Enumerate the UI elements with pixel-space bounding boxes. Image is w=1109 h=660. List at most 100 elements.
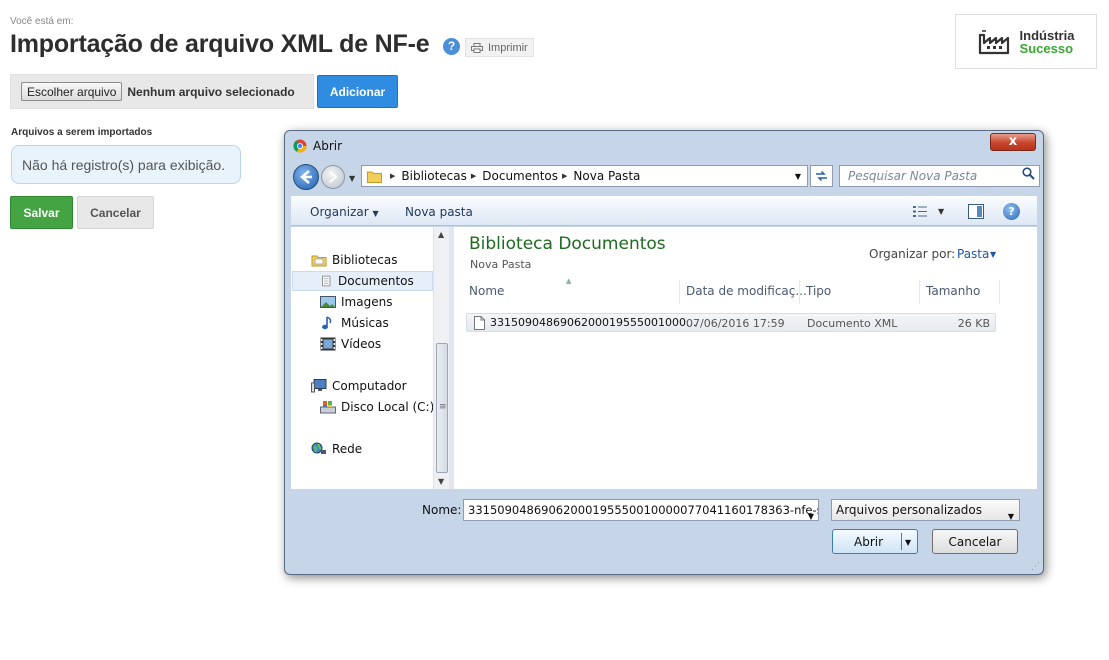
nav-item-computer[interactable]: Computador xyxy=(311,379,407,393)
logo-line2: Sucesso xyxy=(1019,40,1074,56)
column-divider[interactable] xyxy=(999,280,1000,304)
file-status: Nenhum arquivo selecionado xyxy=(127,84,295,99)
breadcrumb-documentos[interactable]: Documentos xyxy=(482,169,558,183)
save-button[interactable]: Salvar xyxy=(10,196,73,229)
dialog-cancel-button[interactable]: Cancelar xyxy=(932,529,1018,554)
search-icon[interactable] xyxy=(1022,167,1035,180)
breadcrumb-separator-icon: ▶ xyxy=(562,172,568,180)
music-icon xyxy=(322,316,332,330)
computer-icon xyxy=(311,379,327,393)
open-dropdown-icon[interactable]: ▼ xyxy=(905,538,911,547)
dialog-titlebar[interactable]: Abrir x xyxy=(285,131,1043,161)
refresh-icon xyxy=(816,170,827,182)
column-header-name[interactable]: Nome xyxy=(469,284,504,298)
preview-pane-icon[interactable] xyxy=(968,204,984,219)
file-input-bar: Escolher arquivo Nenhum arquivo selecion… xyxy=(10,74,314,109)
new-folder-button[interactable]: Nova pasta xyxy=(405,205,473,219)
documents-icon xyxy=(322,275,331,287)
nav-label-network: Rede xyxy=(332,442,363,456)
forward-arrow-icon xyxy=(329,171,338,183)
nav-item-local-disk[interactable]: Disco Local (C:) xyxy=(320,400,434,414)
navigation-pane: Bibliotecas Documentos Imagens Músicas V… xyxy=(291,227,449,489)
filename-value: 3315090486906200019555001000007704116017… xyxy=(468,503,818,517)
scroll-up-icon[interactable]: ▲ xyxy=(438,230,444,239)
nav-label-local-disk: Disco Local (C:) xyxy=(341,400,435,414)
choose-file-button[interactable]: Escolher arquivo xyxy=(21,82,123,101)
sort-ascending-icon: ▲ xyxy=(566,277,572,285)
file-list-pane: Biblioteca Documentos Nova Pasta Organiz… xyxy=(454,227,1037,489)
file-type-value: Arquivos personalizados xyxy=(836,503,983,517)
open-button[interactable]: Abrir ▼ xyxy=(832,529,918,554)
dialog-title: Abrir xyxy=(313,139,343,153)
filename-label: Nome: xyxy=(422,503,462,517)
scroll-thumb[interactable]: ≡ xyxy=(436,343,448,473)
nav-label-images: Imagens xyxy=(341,295,393,309)
local-disk-icon xyxy=(320,401,336,414)
views-icon[interactable] xyxy=(913,206,927,217)
breadcrumb-bibliotecas[interactable]: Bibliotecas xyxy=(401,169,466,183)
nav-label-libraries: Bibliotecas xyxy=(332,253,398,267)
file-type: Documento XML xyxy=(807,317,898,330)
column-header-type[interactable]: Tipo xyxy=(806,284,831,298)
file-type-select[interactable]: Arquivos personalizados ▼ xyxy=(831,499,1020,521)
address-bar[interactable]: ▶ Bibliotecas ▶ Documentos ▶ Nova Pasta … xyxy=(361,165,808,187)
column-divider[interactable] xyxy=(679,280,680,304)
breadcrumb-nova-pasta[interactable]: Nova Pasta xyxy=(573,169,640,183)
close-button[interactable]: x xyxy=(990,133,1036,151)
page-title: Importação de arquivo XML de NF-e xyxy=(10,30,430,58)
nav-item-network[interactable]: Rede xyxy=(311,442,362,456)
videos-icon xyxy=(320,337,336,351)
views-dropdown-icon[interactable]: ▼ xyxy=(938,207,944,216)
column-header-date[interactable]: Data de modificaç... xyxy=(686,284,807,298)
column-divider[interactable] xyxy=(919,280,920,304)
libraries-icon xyxy=(311,255,327,267)
recent-locations-dropdown[interactable]: ▼ xyxy=(349,174,355,183)
nav-label-computer: Computador xyxy=(332,379,407,393)
open-split-divider xyxy=(901,533,902,550)
add-button[interactable]: Adicionar xyxy=(317,75,398,108)
file-size: 26 KB xyxy=(957,317,990,330)
refresh-button[interactable] xyxy=(810,165,833,187)
arrange-dropdown-icon[interactable]: ▼ xyxy=(990,250,996,259)
nav-label-videos: Vídeos xyxy=(341,337,382,351)
dialog-help-icon[interactable]: ? xyxy=(1003,203,1020,220)
print-label: Imprimir xyxy=(488,41,528,54)
scroll-grip-icon: ≡ xyxy=(439,402,447,412)
nav-item-libraries[interactable]: Bibliotecas xyxy=(311,253,397,267)
resize-grip-icon[interactable]: ⋰ xyxy=(1031,562,1040,572)
nav-scrollbar[interactable]: ▲ ≡ ▼ xyxy=(433,227,449,489)
file-list-item[interactable]: 3315090486906200019555001000... 07/06/20… xyxy=(466,313,996,332)
chrome-icon xyxy=(293,139,307,153)
column-header-size[interactable]: Tamanho xyxy=(926,284,980,298)
breadcrumb-separator-icon: ▶ xyxy=(390,172,396,180)
search-input[interactable]: Pesquisar Nova Pasta xyxy=(839,165,1040,187)
printer-icon xyxy=(471,42,483,53)
breadcrumb-label: Você está em: xyxy=(10,16,74,27)
nav-item-videos[interactable]: Vídeos xyxy=(320,337,381,351)
help-icon[interactable]: ? xyxy=(443,38,460,55)
nav-item-documents[interactable]: Documentos xyxy=(292,271,433,291)
nav-label-music: Músicas xyxy=(341,316,389,330)
column-divider[interactable] xyxy=(799,280,800,304)
organize-button[interactable]: Organizar ▼ xyxy=(310,205,379,219)
library-title: Biblioteca Documentos xyxy=(469,234,666,254)
images-icon xyxy=(320,296,336,308)
address-dropdown[interactable]: ▼ xyxy=(795,172,801,181)
nav-item-images[interactable]: Imagens xyxy=(320,295,392,309)
filename-input[interactable]: 3315090486906200019555001000007704116017… xyxy=(463,499,819,521)
nav-item-music[interactable]: Músicas xyxy=(320,316,389,330)
filename-dropdown-icon[interactable]: ▼ xyxy=(808,507,814,520)
file-type-dropdown-icon[interactable]: ▼ xyxy=(1008,507,1014,527)
organize-dropdown-icon: ▼ xyxy=(372,209,379,218)
scroll-down-icon[interactable]: ▼ xyxy=(438,477,444,486)
arrange-by-value[interactable]: Pasta xyxy=(957,247,989,261)
back-button[interactable] xyxy=(293,164,319,190)
breadcrumb-separator-icon: ▶ xyxy=(470,172,477,180)
cancel-button[interactable]: Cancelar xyxy=(77,196,154,229)
library-subtitle: Nova Pasta xyxy=(470,258,532,271)
forward-button[interactable] xyxy=(321,165,345,189)
print-button[interactable]: Imprimir xyxy=(465,38,534,57)
network-icon xyxy=(311,442,326,454)
open-label: Abrir xyxy=(854,535,884,549)
files-section-label: Arquivos a serem importados xyxy=(11,127,153,138)
